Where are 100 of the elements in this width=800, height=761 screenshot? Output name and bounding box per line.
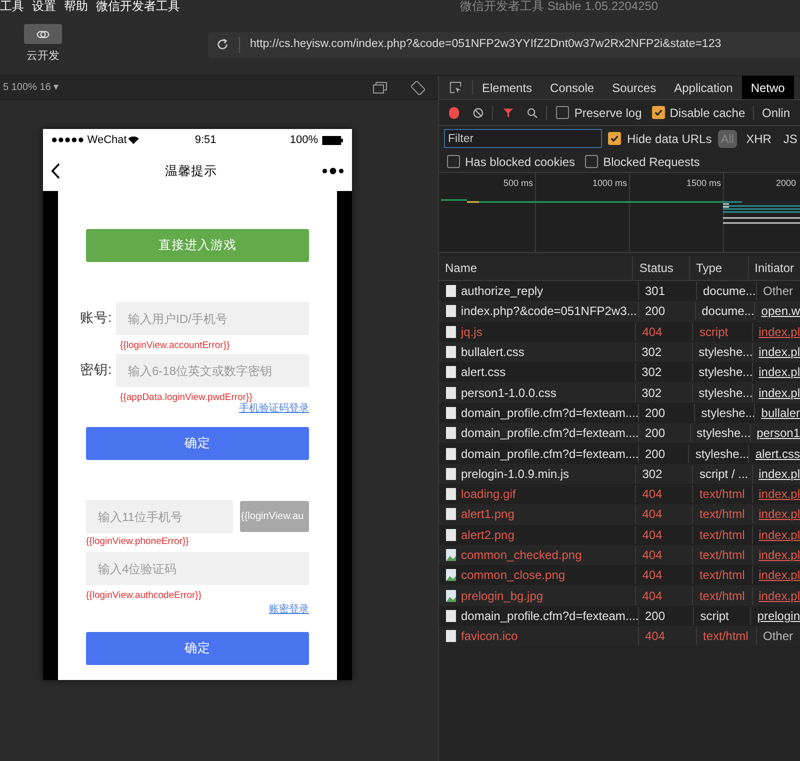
column-header[interactable]: Type	[689, 256, 748, 280]
request-name: favicon.ico	[461, 628, 518, 646]
checkbox[interactable]	[447, 155, 460, 168]
initiator-link[interactable]: index.pl	[752, 586, 800, 605]
checkbox[interactable]	[585, 155, 598, 168]
menu-item[interactable]: 设置	[32, 0, 56, 13]
status-cell: 404	[635, 586, 692, 605]
throttle-selector[interactable]: Onlin	[762, 104, 790, 122]
sms-login-link[interactable]: 手机验证码登录	[239, 403, 309, 415]
initiator-link[interactable]: person1	[750, 424, 800, 442]
type-cell: text/html	[692, 526, 752, 544]
devtools-tab[interactable]: Elements	[473, 76, 542, 99]
status-cell: 302	[634, 343, 692, 362]
type-cell: text/html	[692, 566, 752, 584]
type-filter[interactable]: XHR	[743, 130, 774, 148]
code-field[interactable]: 输入4位验证码	[86, 552, 309, 585]
devtools-tab[interactable]: Netwo	[742, 76, 794, 99]
devtools-tab[interactable]: Console	[541, 76, 604, 99]
status-cell: 404	[635, 546, 692, 564]
devtools-tab[interactable]: Application	[665, 76, 742, 99]
confirm-button[interactable]: 确定	[86, 632, 309, 665]
request-row[interactable]: domain_profile.cfm?d=fexteam.... 200 styleshe... person1	[439, 423, 800, 444]
cloud-label: 云开发	[26, 49, 60, 64]
devtools-tab[interactable]: Sources	[603, 76, 666, 99]
request-row[interactable]: domain_profile.cfm?d=fexteam.... 200 styleshe... bullaler	[439, 402, 800, 424]
status-cell: 404	[635, 485, 692, 504]
request-name: common_checked.png	[461, 547, 582, 564]
initiator-link[interactable]: open.w	[754, 302, 800, 320]
type-cell: text/html	[696, 627, 756, 646]
type-cell: styleshe...	[692, 343, 752, 362]
request-row[interactable]: authorize_reply 301 docume... Other	[439, 281, 800, 302]
device-selector[interactable]: 5 100% 16 ▾	[3, 80, 59, 95]
cloud-icon	[36, 30, 50, 39]
request-name: domain_profile.cfm?d=fexteam....	[461, 425, 639, 442]
initiator-link[interactable]: index.pl	[752, 343, 800, 362]
back-icon[interactable]	[51, 163, 60, 179]
request-row[interactable]: loading.gif 404 text/html index.pl	[439, 484, 800, 504]
menu-item[interactable]: 工具	[0, 0, 24, 13]
file-icon	[446, 386, 456, 399]
request-row[interactable]: alert2.png 404 text/html index.pl	[439, 524, 800, 545]
checkbox[interactable]	[556, 106, 570, 119]
initiator-link[interactable]: index.pl	[752, 322, 800, 341]
initiator-link[interactable]: index.pl	[752, 566, 800, 584]
request-row[interactable]: domain_profile.cfm?d=fexteam.... 200 styleshe... alert.css	[439, 443, 800, 464]
request-row[interactable]: prelogin-1.0.9.min.js 302 script / ... index.pl	[439, 464, 800, 484]
type-cell: text/html	[692, 586, 752, 605]
checkbox[interactable]	[652, 106, 665, 119]
account-field[interactable]: 输入用户ID/手机号	[116, 302, 309, 335]
more-icon[interactable]	[322, 167, 344, 175]
initiator-link[interactable]: index.pl	[752, 464, 800, 483]
file-icon	[446, 366, 456, 378]
initiator-link[interactable]: index.pl	[752, 485, 800, 504]
search-icon[interactable]	[527, 106, 538, 118]
status-cell: 200	[638, 606, 694, 625]
clear-icon[interactable]	[473, 106, 484, 118]
filter-icon[interactable]	[502, 106, 514, 118]
request-name: domain_profile.cfm?d=fexteam....	[461, 608, 639, 625]
initiator-link[interactable]: prelogin	[750, 606, 800, 625]
request-name: bullalert.css	[461, 344, 524, 362]
menu-item[interactable]: 帮助	[64, 0, 88, 13]
option-label: Preserve log	[574, 104, 642, 122]
initiator-link[interactable]: index.pl	[752, 505, 800, 524]
confirm-button[interactable]: 确定	[86, 427, 309, 460]
filter-field[interactable]: Filter	[444, 129, 602, 148]
request-name: loading.gif	[461, 486, 516, 504]
window-icon[interactable]	[373, 82, 387, 94]
initiator-link[interactable]: bullaler	[754, 404, 800, 422]
type-cell: styleshe...	[692, 363, 752, 382]
checkbox[interactable]	[608, 132, 621, 145]
time-tick: 1500 ms	[686, 177, 721, 190]
type-cell: text/html	[692, 485, 752, 504]
account-login-link[interactable]: 账密登录	[269, 604, 309, 616]
clock-text: 9:51	[194, 132, 216, 148]
type-filter[interactable]: JS	[780, 130, 800, 148]
inspect-icon[interactable]	[449, 81, 462, 94]
initiator-link[interactable]: alert.css	[748, 444, 800, 463]
column-header[interactable]: Initiator	[748, 256, 800, 280]
request-row[interactable]: common_close.png 404 text/html index.pl	[439, 565, 800, 586]
column-header[interactable]: Status	[632, 256, 690, 280]
file-icon	[446, 488, 456, 500]
request-row[interactable]: domain_profile.cfm?d=fexteam.... 200 script prelogin	[439, 606, 800, 626]
file-icon	[446, 528, 456, 541]
password-field[interactable]: 输入6-18位英文或数字密钥	[116, 354, 309, 387]
column-header[interactable]: Name	[439, 256, 632, 280]
initiator-link[interactable]: index.pl	[752, 526, 800, 544]
rotate-icon[interactable]	[411, 80, 425, 94]
initiator-link[interactable]: index.pl	[752, 384, 800, 402]
record-icon[interactable]	[449, 106, 460, 118]
request-row[interactable]: jq.js 404 script index.pl	[439, 322, 800, 342]
request-name: alert1.png	[461, 506, 514, 524]
menu-item[interactable]: 微信开发者工具	[96, 0, 180, 13]
status-cell: 200	[638, 404, 694, 422]
initiator-link[interactable]: index.pl	[752, 363, 800, 382]
wifi-icon	[128, 136, 139, 144]
phone-field[interactable]: 输入11位手机号	[86, 500, 233, 533]
status-cell: 404	[635, 566, 692, 584]
request-row[interactable]: alert.css 302 styleshe... index.pl	[439, 362, 800, 382]
cloud-button[interactable]	[24, 24, 62, 44]
reload-icon[interactable]	[216, 38, 229, 51]
initiator-link[interactable]: index.pl	[752, 546, 800, 564]
